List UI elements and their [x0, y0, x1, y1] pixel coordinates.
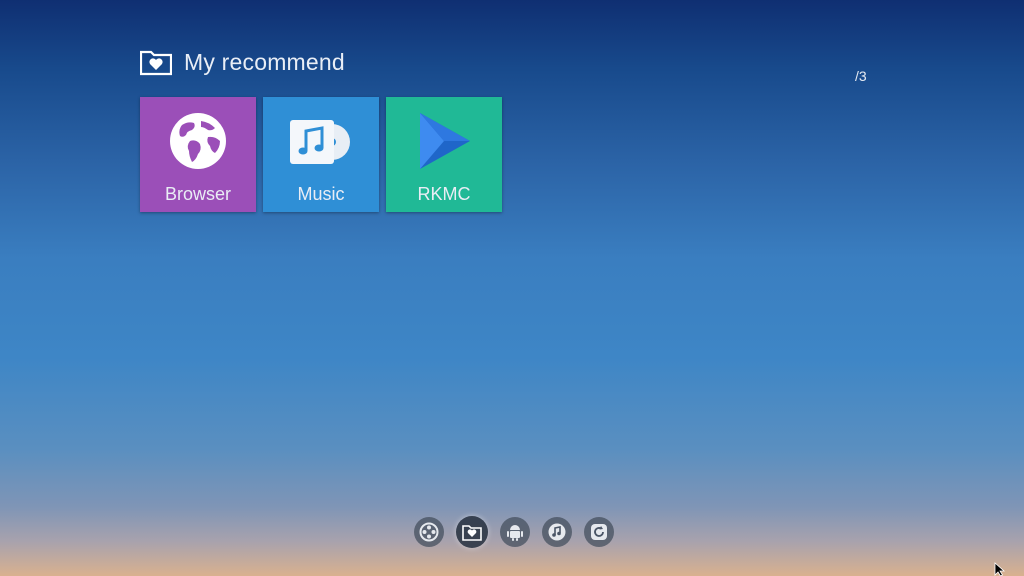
android-icon [507, 525, 523, 541]
page-indicator: /3 [855, 68, 867, 84]
globe-icon [170, 113, 226, 169]
dock-video[interactable] [414, 517, 444, 547]
mouse-cursor-icon [994, 562, 1006, 576]
folder-heart-icon [140, 50, 172, 76]
tile-browser[interactable]: Browser [140, 97, 256, 212]
tile-label: Browser [164, 184, 231, 204]
music-disc-icon [290, 120, 350, 164]
tile-label: RKMC [417, 184, 471, 204]
tile-label: Music [297, 184, 345, 204]
dock-settings[interactable] [584, 517, 614, 547]
app-tiles: Browser Music RKMC [140, 97, 502, 212]
folder-heart-icon [462, 525, 482, 541]
music-note-icon [548, 523, 566, 541]
dock-music[interactable] [542, 517, 572, 547]
section-header: My recommend [140, 45, 345, 79]
film-reel-icon [419, 522, 439, 542]
bottom-dock [414, 516, 614, 548]
dock-apps[interactable] [500, 517, 530, 547]
section-title: My recommend [184, 48, 345, 75]
refresh-icon [591, 524, 607, 540]
dock-favorites[interactable] [456, 516, 488, 548]
play-triangle-icon [420, 113, 470, 169]
tile-music[interactable]: Music [263, 97, 379, 212]
tile-rkmc[interactable]: RKMC [386, 97, 502, 212]
